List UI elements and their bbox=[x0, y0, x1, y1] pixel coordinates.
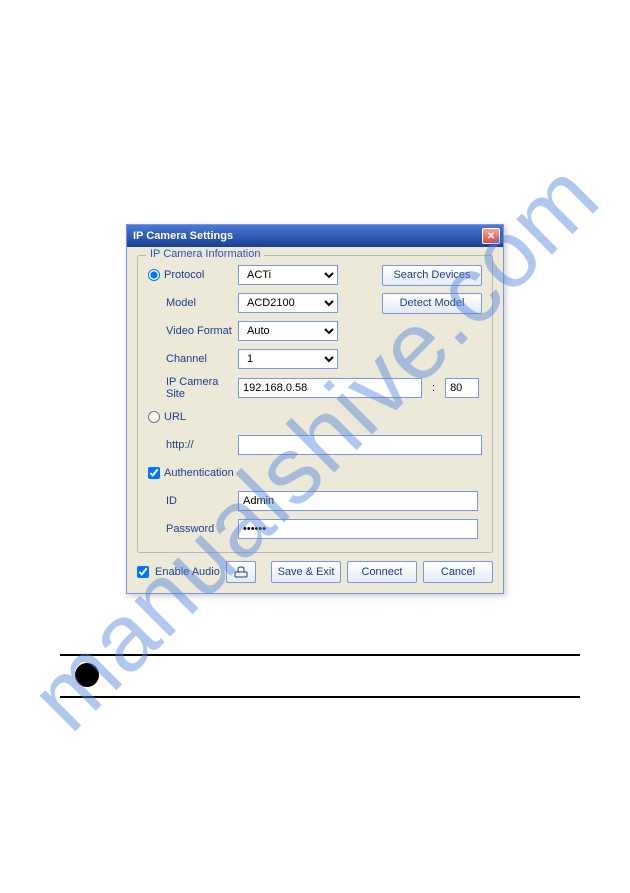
device-icon bbox=[234, 566, 248, 578]
id-input[interactable] bbox=[238, 491, 478, 511]
model-select[interactable]: ACD2100 bbox=[238, 293, 338, 313]
enable-audio-checkbox[interactable] bbox=[137, 566, 149, 578]
model-label: Model bbox=[166, 297, 196, 309]
titlebar: IP Camera Settings ✕ bbox=[127, 225, 503, 247]
port-separator: : bbox=[432, 382, 435, 394]
channel-select[interactable]: 1 bbox=[238, 349, 338, 369]
id-label: ID bbox=[166, 495, 177, 507]
protocol-radio[interactable] bbox=[148, 269, 160, 281]
http-prefix-label: http:// bbox=[166, 439, 194, 451]
ip-camera-info-group: IP Camera Information Protocol ACTi Sear… bbox=[137, 255, 493, 553]
protocol-label: Protocol bbox=[164, 269, 204, 281]
cancel-button[interactable]: Cancel bbox=[423, 561, 493, 583]
url-input[interactable] bbox=[238, 435, 482, 455]
authentication-checkbox[interactable] bbox=[148, 467, 160, 479]
authentication-label: Authentication bbox=[164, 467, 234, 479]
dialog-body: IP Camera Information Protocol ACTi Sear… bbox=[127, 247, 503, 593]
password-input[interactable] bbox=[238, 519, 478, 539]
close-icon: ✕ bbox=[487, 231, 495, 242]
url-radio[interactable] bbox=[148, 411, 160, 423]
connect-button[interactable]: Connect bbox=[347, 561, 417, 583]
channel-label: Channel bbox=[166, 353, 207, 365]
enable-audio-label: Enable Audio bbox=[155, 566, 220, 578]
url-label: URL bbox=[164, 411, 186, 423]
protocol-select[interactable]: ACTi bbox=[238, 265, 338, 285]
detect-model-button[interactable]: Detect Model bbox=[382, 293, 482, 314]
group-legend: IP Camera Information bbox=[146, 248, 264, 260]
divider-bottom bbox=[60, 696, 580, 698]
port-input[interactable] bbox=[445, 378, 479, 398]
ip-camera-site-input[interactable] bbox=[238, 378, 422, 398]
ip-camera-site-label: IP Camera Site bbox=[166, 376, 238, 400]
video-format-label: Video Format bbox=[166, 325, 232, 337]
ip-camera-settings-dialog: IP Camera Settings ✕ IP Camera Informati… bbox=[126, 224, 504, 594]
save-exit-button[interactable]: Save & Exit bbox=[271, 561, 341, 583]
divider-top bbox=[60, 654, 580, 656]
bottom-bar: Enable Audio Save & Exit Connect Cancel bbox=[137, 561, 493, 583]
close-button[interactable]: ✕ bbox=[482, 228, 500, 244]
password-label: Password bbox=[166, 523, 214, 535]
device-icon-button[interactable] bbox=[226, 561, 256, 583]
search-devices-button[interactable]: Search Devices bbox=[382, 265, 482, 286]
bullet-icon bbox=[75, 663, 99, 687]
dialog-title: IP Camera Settings bbox=[133, 230, 233, 242]
video-format-select[interactable]: Auto bbox=[238, 321, 338, 341]
